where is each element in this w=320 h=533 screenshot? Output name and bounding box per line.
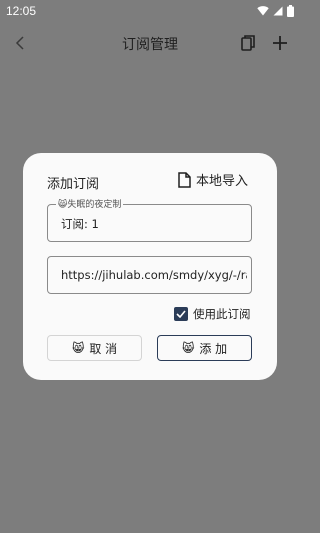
add-confirm-button[interactable]: 😸 添 加 <box>157 335 252 361</box>
subscription-name-field[interactable]: 😸失眠的夜定制 订阅: 1 <box>47 197 252 242</box>
file-icon <box>178 171 191 188</box>
cat-emoji-icon: 😸 <box>71 341 85 355</box>
cat-emoji-icon: 😸 <box>181 341 195 355</box>
add-button[interactable] <box>270 33 290 53</box>
status-time: 12:05 <box>6 4 37 18</box>
status-bar: 12:05 <box>0 0 300 22</box>
use-subscription-checkbox[interactable] <box>174 307 188 321</box>
back-button[interactable] <box>10 33 30 53</box>
cancel-button[interactable]: 😸 取 消 <box>47 335 142 361</box>
add-subscription-dialog: 添加订阅 本地导入 😸失眠的夜定制 订阅: 1 https://jihulab.… <box>23 153 277 380</box>
use-subscription-label: 使用此订阅 <box>193 307 251 321</box>
subscription-url-value: https://jihulab.com/smdy/xyg/-/raw <box>61 268 247 282</box>
add-label: 添 加 <box>199 341 228 356</box>
subscription-name-value: 订阅: 1 <box>61 217 99 231</box>
wifi-icon <box>257 6 269 16</box>
plus-icon <box>273 36 287 50</box>
use-subscription-toggle[interactable]: 使用此订阅 <box>174 306 251 322</box>
local-import-button[interactable]: 本地导入 <box>178 170 248 189</box>
signal-icon <box>273 6 283 16</box>
status-icons <box>257 5 294 17</box>
app-bar: 订阅管理 <box>0 24 300 64</box>
chevron-left-icon <box>15 36 24 50</box>
subscription-url-field[interactable]: https://jihulab.com/smdy/xyg/-/raw <box>47 256 252 294</box>
local-import-label: 本地导入 <box>196 174 249 189</box>
copy-icon <box>241 35 255 51</box>
cat-emoji-icon: 😸 <box>58 200 68 210</box>
field-legend: 😸失眠的夜定制 <box>56 197 124 210</box>
dialog-title: 添加订阅 <box>47 177 100 192</box>
page-title: 订阅管理 <box>122 36 178 52</box>
battery-icon <box>287 5 294 17</box>
copy-button[interactable] <box>238 33 258 53</box>
cancel-label: 取 消 <box>89 341 118 356</box>
check-icon <box>176 310 186 318</box>
legend-text: 失眠的夜定制 <box>67 200 122 210</box>
